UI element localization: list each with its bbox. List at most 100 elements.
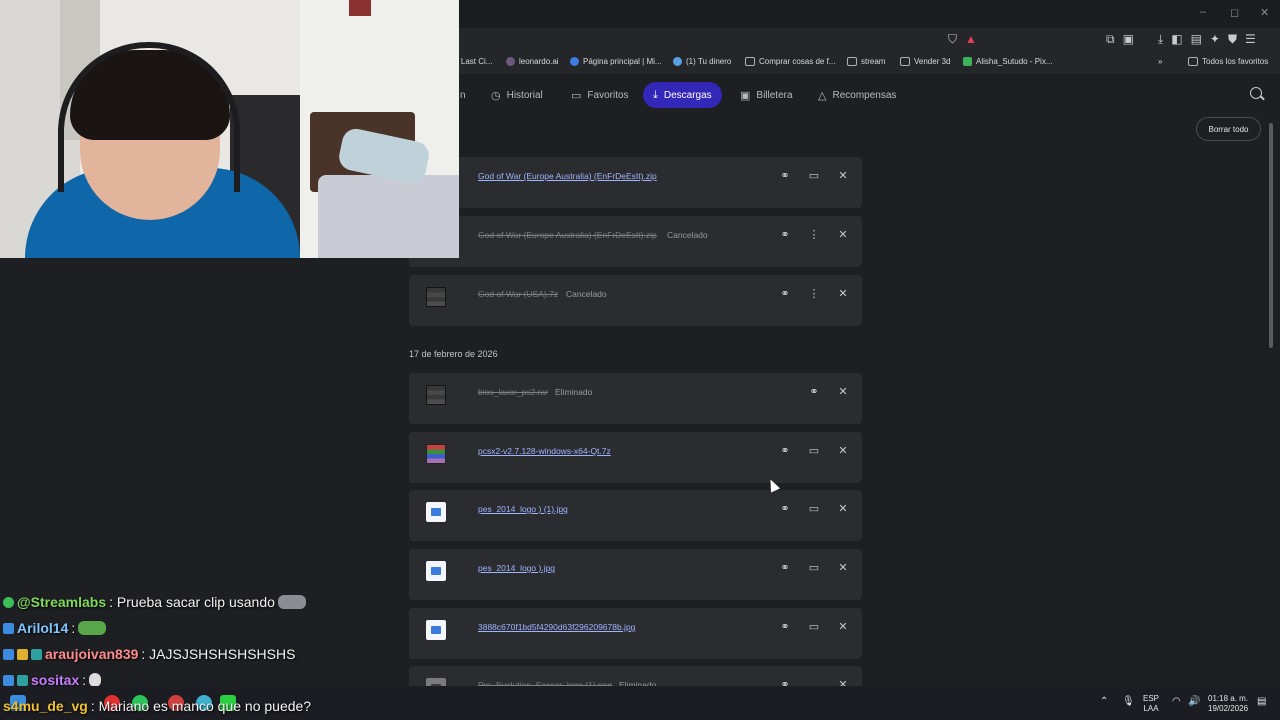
ai-icon[interactable]: ✦ (1210, 32, 1220, 47)
more-options-icon[interactable]: ⋮ (807, 287, 821, 301)
bookmark-item[interactable]: r Last Ci... (456, 57, 492, 66)
download-filename[interactable]: God of War (Europe Australia) (EnFrDeEsI… (478, 230, 657, 240)
download-filename[interactable]: God of War (USA).7z (478, 289, 558, 299)
pepe-emote-icon (78, 621, 107, 635)
folder-icon[interactable]: ▭ (807, 620, 821, 634)
maximize-button[interactable]: ◻ (1230, 6, 1239, 19)
microphone-icon[interactable]: 🎙 (1122, 697, 1135, 707)
chat-message: Arilol14 : (3, 620, 107, 636)
close-window-button[interactable]: ✕ (1260, 6, 1269, 19)
minimize-button[interactable]: – (1200, 6, 1206, 18)
sub-badge-icon (17, 674, 28, 686)
tab-billetera[interactable]: ▣ Billetera (730, 82, 803, 108)
all-bookmarks[interactable]: Todos los favoritos (1188, 57, 1268, 66)
notification-icon[interactable]: ▤ (1257, 697, 1266, 707)
folder-icon[interactable]: ▭ (807, 502, 821, 516)
triangle-icon: △ (818, 89, 827, 102)
download-filename[interactable]: pcsx2-v2.7.128-windows-x64-Qt.7z (478, 446, 611, 456)
vpn-icon[interactable]: ⛊ (1228, 32, 1237, 47)
toolbar-icons: ⧉ ▣ ⤓ ◧ ▤ ✦ ⛊ ☰ (1106, 32, 1256, 47)
close-icon[interactable]: ✕ (836, 228, 850, 242)
chat-username: Arilol14 (17, 620, 69, 636)
screenshot-icon[interactable]: ▣ (1123, 32, 1134, 47)
copy-link-icon[interactable]: ⚭ (778, 502, 792, 516)
chat-message: @Streamlabs : Prueba sacar clip usando (3, 594, 306, 610)
close-icon[interactable]: ✕ (836, 169, 850, 183)
bookmark-item[interactable]: leonardo.ai (506, 57, 559, 66)
more-bookmarks-chevron-icon[interactable]: » (1158, 57, 1162, 66)
bookmark-folder[interactable]: Comprar cosas de f... (745, 57, 835, 66)
folder-icon[interactable]: ▭ (807, 169, 821, 183)
chat-text: : Mariano es manco que no puede? (90, 698, 312, 714)
download-filename[interactable]: 3888c670f1bd5f4290d63f296209678b.jpg (478, 622, 635, 632)
close-icon[interactable]: ✕ (836, 444, 850, 458)
crown-badge-icon (17, 648, 28, 660)
shield-icon[interactable]: ⛉ (948, 32, 957, 47)
tab-historial[interactable]: ◷ Historial (481, 82, 553, 108)
close-icon[interactable]: ✕ (836, 502, 850, 516)
clock-icon: ◷ (491, 89, 501, 102)
folder-icon[interactable]: ▭ (807, 444, 821, 458)
copy-link-icon[interactable]: ⚭ (778, 287, 792, 301)
bookmark-folder[interactable]: stream (847, 57, 885, 66)
copy-link-icon[interactable]: ⚭ (778, 228, 792, 242)
folder-icon (847, 57, 857, 66)
rewards-icon[interactable]: ▲ (965, 32, 977, 47)
folder-icon (1188, 57, 1198, 66)
wifi-icon[interactable]: ◠ (1172, 697, 1181, 707)
chat-text: : Prueba sacar clip usando (109, 594, 275, 610)
download-filename[interactable]: pes_2014_logo ).jpg (478, 563, 555, 573)
image-file-icon (426, 620, 446, 640)
copy-link-icon[interactable]: ⚭ (778, 444, 792, 458)
clock[interactable]: 01:18 a. m. 19/02/2026 (1208, 694, 1248, 714)
more-options-icon[interactable]: ⋮ (807, 228, 821, 242)
menu-icon[interactable]: ☰ (1245, 32, 1256, 47)
sword-badge-icon (3, 622, 14, 634)
chat-username: araujoivan839 (45, 646, 139, 662)
tab-favoritos[interactable]: ▭ Favoritos (561, 82, 639, 108)
bookmark-item[interactable]: Página principal | Mi... (570, 57, 662, 66)
leonardo-icon (506, 57, 515, 66)
close-icon[interactable]: ✕ (836, 287, 850, 301)
download-icon: ⤓ (653, 88, 658, 101)
tab-recompensas[interactable]: △ Recompensas (808, 82, 906, 108)
verified-badge-icon (3, 596, 14, 608)
close-icon[interactable]: ✕ (836, 620, 850, 634)
copy-link-icon[interactable]: ⚭ (807, 385, 821, 399)
download-filename[interactable]: God of War (Europe Australia) (EnFrDeEsI… (478, 171, 657, 181)
downloads-icon[interactable]: ⤓ (1158, 32, 1163, 47)
image-file-icon (426, 561, 446, 581)
search-icon[interactable] (1250, 87, 1262, 99)
archive-icon (426, 385, 446, 405)
tab-descargas[interactable]: ⤓ Descargas (643, 82, 722, 108)
address-bar-icons: ⛉ ▲ (948, 32, 977, 47)
sidebar-icon[interactable]: ◧ (1171, 32, 1182, 47)
tray-chevron-icon[interactable]: ⌃ (1100, 697, 1108, 707)
download-item: God of War (USA).7z Cancelado ⚭ ⋮ ✕ (409, 275, 862, 326)
emote-icon (89, 673, 102, 687)
language-indicator[interactable]: ESP LAA (1143, 694, 1159, 714)
folder-icon[interactable]: ▭ (807, 561, 821, 575)
scrollbar-thumb[interactable] (1269, 123, 1273, 348)
copy-link-icon[interactable]: ⚭ (778, 169, 792, 183)
download-item: pes_2014_logo ).jpg ⚭ ▭ ✕ (409, 549, 862, 600)
volume-icon[interactable]: 🔊 (1188, 697, 1200, 707)
download-item: pcsx2-v2.7.128-windows-x64-Qt.7z ⚭ ▭ ✕ (409, 432, 862, 483)
archive-icon (426, 444, 446, 464)
close-icon[interactable]: ✕ (836, 385, 850, 399)
copy-link-icon[interactable]: ⚭ (778, 620, 792, 634)
bookmark-item[interactable]: (1) Tu dinero (673, 57, 731, 66)
wallet-icon[interactable]: ▤ (1191, 32, 1202, 47)
sword-badge-icon (3, 674, 14, 686)
download-item: bios_laxor_ps2.rar Eliminado ⚭ ✕ (409, 373, 862, 424)
download-filename[interactable]: bios_laxor_ps2.rar (478, 387, 548, 397)
clear-all-button[interactable]: Borrar todo (1196, 117, 1261, 141)
download-filename[interactable]: pes_2014_logo ) (1).jpg (478, 504, 568, 514)
folder-icon (745, 57, 755, 66)
copy-link-icon[interactable]: ⚭ (778, 561, 792, 575)
close-icon[interactable]: ✕ (836, 561, 850, 575)
bookmark-folder[interactable]: Vender 3d (900, 57, 950, 66)
emote-icon (277, 595, 306, 609)
bookmark-item[interactable]: Alisha_Sutudo - Pix... (963, 57, 1052, 66)
extensions-icon[interactable]: ⧉ (1106, 32, 1115, 47)
